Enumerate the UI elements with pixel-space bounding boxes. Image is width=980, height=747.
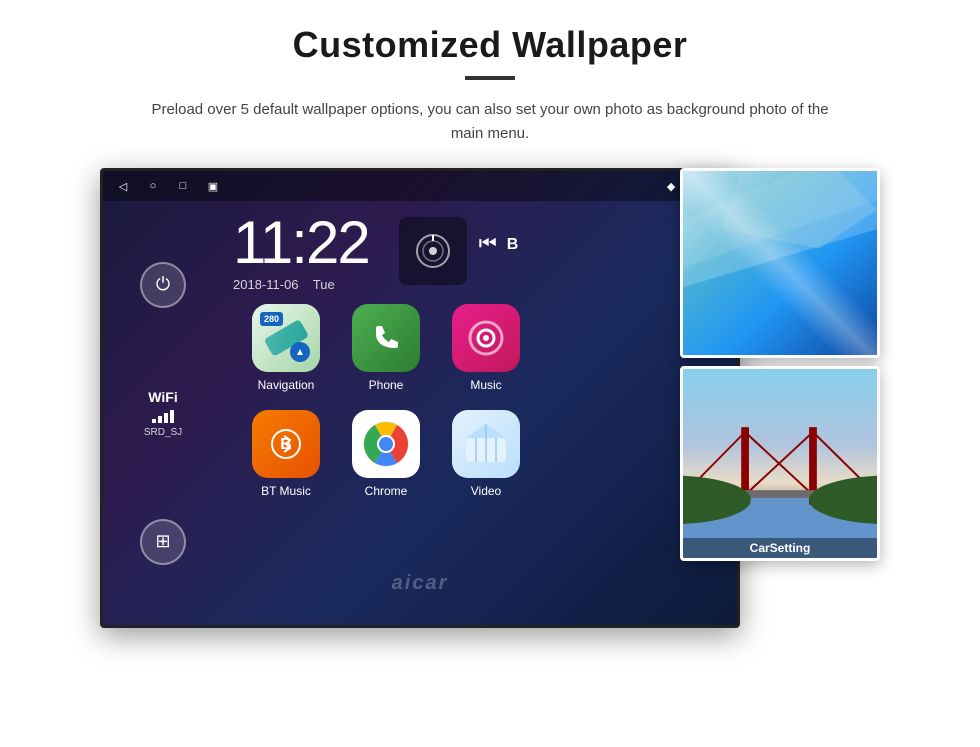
apps-button[interactable]: ⊞ [140,519,186,565]
back-nav-icon[interactable]: ◁ [115,178,131,194]
title-divider [465,76,515,80]
bridge-wallpaper: CarSetting [683,369,877,558]
clock-date: 2018-11-06 Tue [233,277,369,292]
app-row-2: B BT Music [223,406,737,502]
app-chrome[interactable]: Chrome [343,410,429,498]
app-phone[interactable]: Phone [343,304,429,392]
screen-content: ⏻ WiFi SRD_SJ ⊞ [103,201,737,625]
wifi-label: WiFi [144,389,182,405]
media-icon-box [399,217,467,285]
wifi-bar-4 [170,410,174,423]
wifi-bar-2 [158,416,162,423]
wifi-info: WiFi SRD_SJ [144,389,182,438]
chrome-icon [352,410,420,478]
home-nav-icon[interactable]: ○ [145,178,161,194]
power-button[interactable]: ⏻ [140,262,186,308]
media-controls: ⏮ B [479,233,520,256]
wifi-bar-1 [152,419,156,423]
prev-track-icon[interactable]: ⏮ [479,233,497,256]
page-title: Customized Wallpaper [293,24,688,66]
phone-icon [352,304,420,372]
wifi-bars [144,409,182,423]
screenshot-icon[interactable]: ▣ [205,178,221,194]
ice-wallpaper [683,171,877,355]
app-bt-music[interactable]: B BT Music [243,410,329,498]
media-icon-area [399,217,467,285]
navigation-icon: 280 ▲ [252,304,320,372]
music-icon [452,304,520,372]
screenshot-overlay-top [680,168,880,358]
page-container: Customized Wallpaper Preload over 5 defa… [0,0,980,747]
page-subtitle: Preload over 5 default wallpaper options… [140,98,840,146]
main-area: 11:22 2018-11-06 Tue [223,201,737,625]
screen-wrapper: ◁ ○ □ ▣ ◆ ▲ 11:22 ⏻ [100,168,880,658]
wifi-ssid: SRD_SJ [144,427,182,438]
app-row-1: 280 ▲ Navigation [223,300,737,396]
status-bar: ◁ ○ □ ▣ ◆ ▲ 11:22 [103,171,737,201]
music-label: Music [470,378,501,392]
sidebar: ⏻ WiFi SRD_SJ ⊞ [103,201,223,625]
screenshot-overlay-bottom: CarSetting [680,366,880,561]
carsetting-label: CarSetting [683,538,877,558]
clock-time: 11:22 [233,213,369,273]
location-icon: ◆ [667,180,675,193]
app-video[interactable]: Video [443,410,529,498]
clock-area: 11:22 2018-11-06 Tue [233,213,369,292]
bt-music-icon: B [252,410,320,478]
grid-icon: ⊞ [155,531,170,552]
video-icon [452,410,520,478]
chrome-label: Chrome [365,484,408,498]
wifi-bar-3 [164,413,168,423]
recent-nav-icon[interactable]: □ [175,178,191,194]
watermark: aicar [392,572,449,595]
android-screen: ◁ ○ □ ▣ ◆ ▲ 11:22 ⏻ [100,168,740,628]
app-music[interactable]: Music [443,304,529,392]
app-navigation[interactable]: 280 ▲ Navigation [243,304,329,392]
phone-label: Phone [369,378,404,392]
power-icon: ⏻ [156,274,170,295]
bt-music-label: BT Music [261,484,311,498]
navigation-label: Navigation [258,378,315,392]
track-letter-b: B [507,236,520,254]
status-bar-left: ◁ ○ □ ▣ [115,178,221,194]
video-label: Video [471,484,501,498]
